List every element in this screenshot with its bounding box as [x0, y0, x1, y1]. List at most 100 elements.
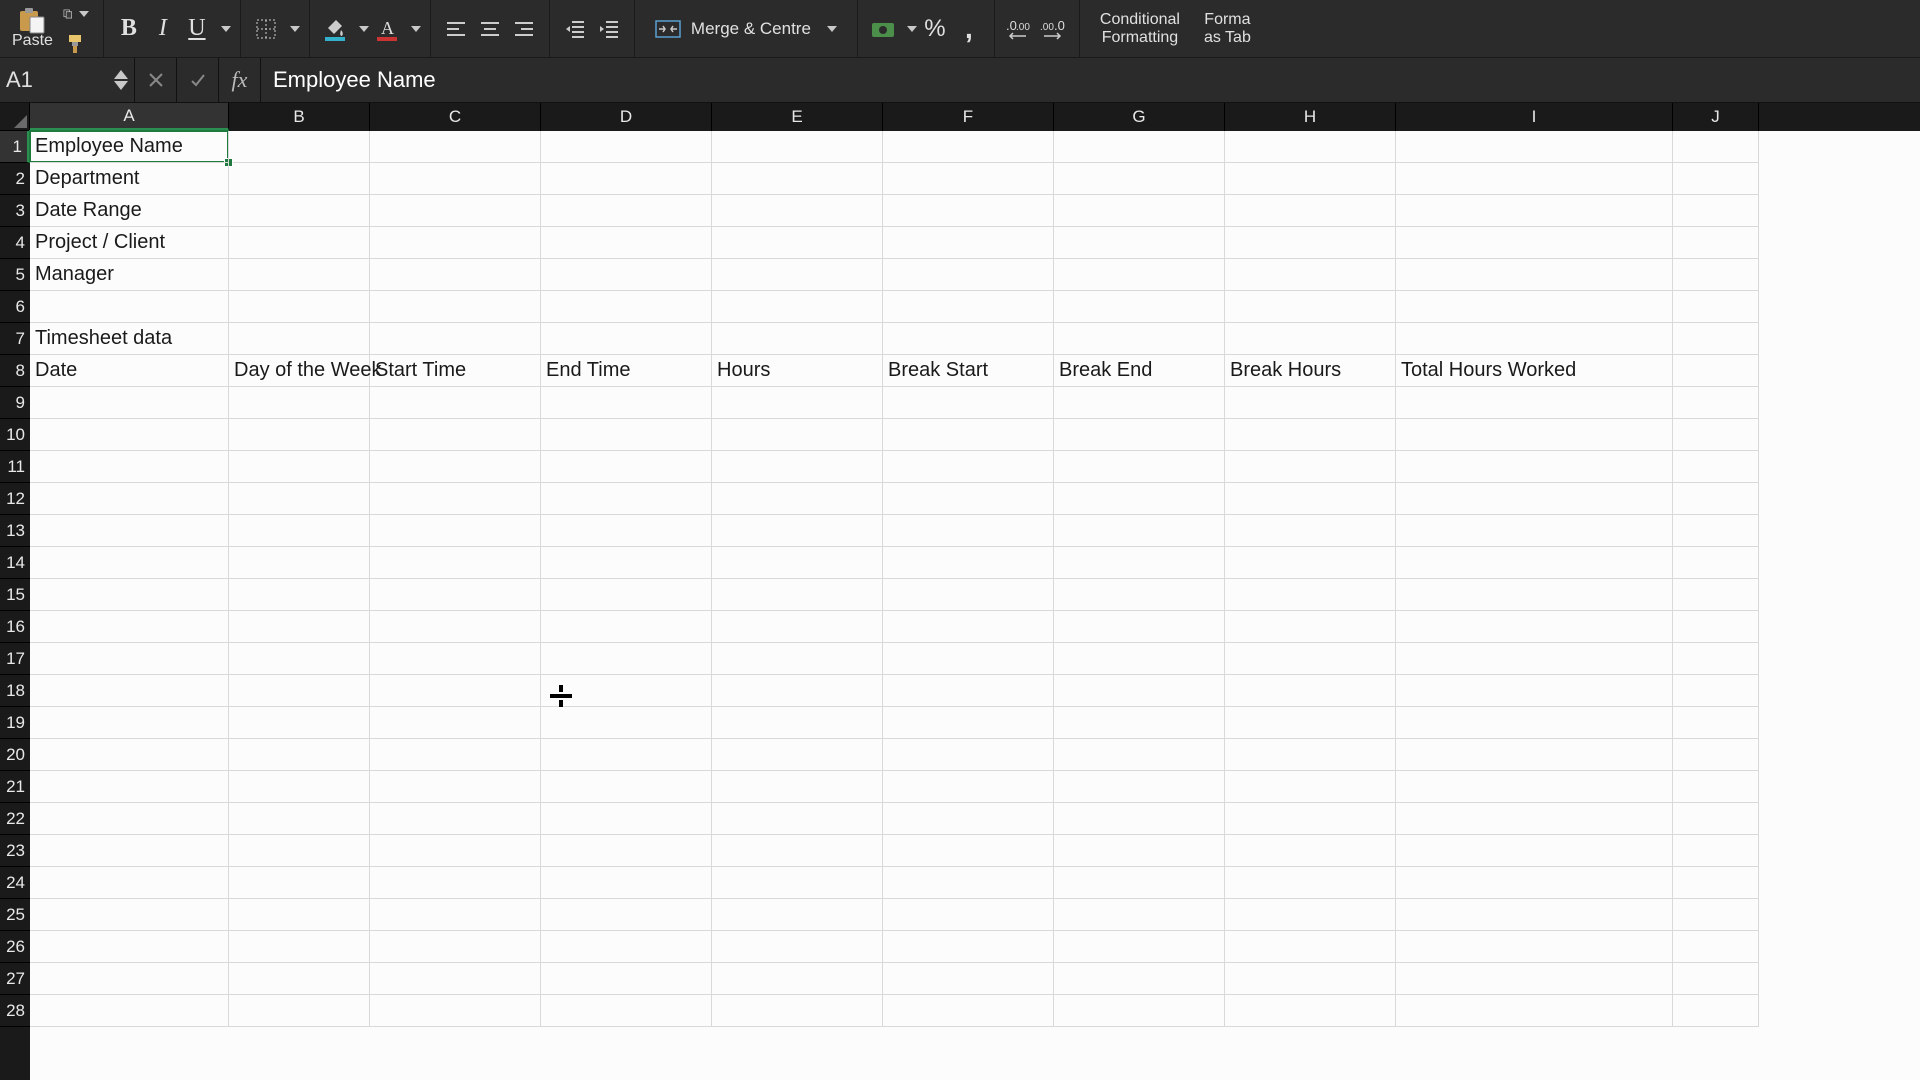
row-header[interactable]: 24	[0, 867, 30, 899]
format-as-table-button[interactable]: Forma as Tab	[1192, 12, 1263, 46]
cell[interactable]: Date	[30, 355, 229, 387]
cell[interactable]	[1225, 739, 1396, 771]
cell[interactable]	[541, 899, 712, 931]
cell[interactable]	[370, 867, 541, 899]
cell[interactable]	[541, 451, 712, 483]
fx-button[interactable]: fx	[219, 58, 261, 102]
cell[interactable]	[229, 131, 370, 163]
cell[interactable]: Department	[30, 163, 229, 195]
cell[interactable]	[541, 675, 712, 707]
cell[interactable]	[1054, 451, 1225, 483]
row-header[interactable]: 10	[0, 419, 30, 451]
align-center-button[interactable]	[473, 12, 507, 46]
cell[interactable]	[712, 803, 883, 835]
cell[interactable]	[370, 707, 541, 739]
cell[interactable]: Day of the Week	[229, 355, 370, 387]
cell[interactable]	[1396, 771, 1673, 803]
cell[interactable]	[541, 771, 712, 803]
cell[interactable]	[712, 291, 883, 323]
cell[interactable]	[1054, 899, 1225, 931]
cell[interactable]	[1225, 867, 1396, 899]
cell[interactable]	[883, 291, 1054, 323]
cell[interactable]	[30, 419, 229, 451]
cell[interactable]	[712, 899, 883, 931]
cell[interactable]	[229, 931, 370, 963]
cell[interactable]	[370, 675, 541, 707]
cell[interactable]	[541, 579, 712, 611]
cell[interactable]	[541, 131, 712, 163]
border-button[interactable]	[249, 12, 283, 46]
cell[interactable]	[1673, 643, 1759, 675]
cell[interactable]	[1054, 963, 1225, 995]
cell[interactable]	[1054, 835, 1225, 867]
cell[interactable]	[541, 835, 712, 867]
decrease-decimal-button[interactable]: .00 .0	[1037, 12, 1071, 46]
cell[interactable]	[370, 515, 541, 547]
cell[interactable]	[1396, 579, 1673, 611]
row-header[interactable]: 5	[0, 259, 30, 291]
cell[interactable]	[30, 739, 229, 771]
cell[interactable]	[541, 483, 712, 515]
cell[interactable]	[229, 547, 370, 579]
cell[interactable]	[1054, 611, 1225, 643]
cell[interactable]	[541, 611, 712, 643]
cell[interactable]	[1396, 483, 1673, 515]
cell[interactable]	[1396, 259, 1673, 291]
cell[interactable]	[883, 803, 1054, 835]
cell[interactable]	[883, 387, 1054, 419]
decrease-indent-button[interactable]	[558, 12, 592, 46]
cell[interactable]	[1396, 963, 1673, 995]
cell[interactable]	[1673, 387, 1759, 419]
cell[interactable]	[1396, 419, 1673, 451]
cell[interactable]: Total Hours Worked	[1396, 355, 1673, 387]
cell[interactable]	[883, 515, 1054, 547]
cell[interactable]	[1673, 803, 1759, 835]
cell[interactable]	[712, 323, 883, 355]
cell[interactable]	[370, 291, 541, 323]
copy-button[interactable]	[63, 1, 89, 27]
cell[interactable]	[1225, 579, 1396, 611]
cell[interactable]	[1396, 387, 1673, 419]
cell[interactable]	[1054, 931, 1225, 963]
cell[interactable]	[1054, 483, 1225, 515]
cell[interactable]	[1673, 707, 1759, 739]
cell[interactable]	[1396, 163, 1673, 195]
cell[interactable]	[1396, 899, 1673, 931]
cell[interactable]	[712, 451, 883, 483]
cell[interactable]: Date Range	[30, 195, 229, 227]
cell[interactable]	[1396, 803, 1673, 835]
cell[interactable]	[30, 451, 229, 483]
cell[interactable]	[1673, 355, 1759, 387]
cell[interactable]	[1673, 483, 1759, 515]
cell[interactable]	[541, 515, 712, 547]
cell[interactable]	[229, 995, 370, 1027]
cell[interactable]	[30, 867, 229, 899]
cell[interactable]	[370, 579, 541, 611]
cell[interactable]	[30, 291, 229, 323]
cell[interactable]	[1225, 291, 1396, 323]
row-header[interactable]: 19	[0, 707, 30, 739]
cell[interactable]	[1054, 195, 1225, 227]
cell[interactable]	[712, 995, 883, 1027]
cell[interactable]	[883, 675, 1054, 707]
increase-indent-button[interactable]	[592, 12, 626, 46]
cell[interactable]	[1673, 739, 1759, 771]
cell[interactable]	[30, 835, 229, 867]
cell[interactable]	[1225, 515, 1396, 547]
cell[interactable]	[712, 707, 883, 739]
cell[interactable]	[712, 643, 883, 675]
row-header[interactable]: 15	[0, 579, 30, 611]
cell[interactable]	[370, 547, 541, 579]
cell[interactable]	[1054, 163, 1225, 195]
cell[interactable]	[1054, 131, 1225, 163]
formula-input[interactable]	[261, 58, 1920, 102]
cell[interactable]	[1054, 387, 1225, 419]
merge-centre-button[interactable]: Merge & Centre	[643, 12, 849, 46]
cell[interactable]	[1673, 419, 1759, 451]
cell[interactable]	[1054, 419, 1225, 451]
bold-button[interactable]: B	[112, 12, 146, 46]
cell[interactable]	[229, 451, 370, 483]
cell[interactable]	[370, 611, 541, 643]
cell[interactable]	[1396, 675, 1673, 707]
cell[interactable]	[712, 547, 883, 579]
